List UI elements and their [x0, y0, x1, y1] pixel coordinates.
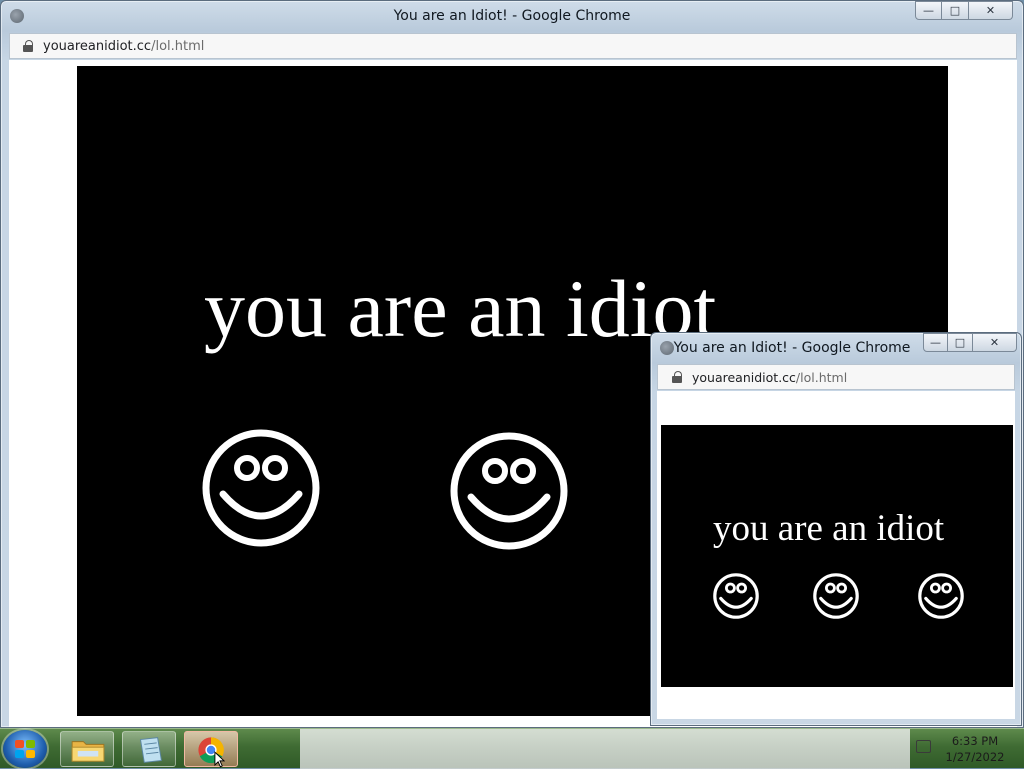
lock-icon — [672, 371, 682, 383]
lock-icon — [23, 40, 33, 52]
url-path: /lol.html — [151, 39, 205, 54]
smiley-face-icon — [813, 573, 859, 619]
start-button[interactable] — [3, 730, 47, 768]
network-icon[interactable] — [916, 740, 931, 753]
clock-time: 6:33 PM — [951, 734, 999, 748]
page-headline: you are an idiot — [204, 263, 717, 354]
address-bar[interactable]: youareanidiot.cc/lol.html — [9, 33, 1017, 59]
mouse-cursor-icon — [214, 751, 225, 768]
folder-icon — [71, 741, 105, 762]
taskbar-notepad-button[interactable] — [122, 731, 176, 767]
chrome-window-icon — [660, 341, 674, 355]
address-url[interactable]: youareanidiot.cc/lol.html — [43, 39, 204, 54]
popup-maximize-button[interactable]: □ — [948, 333, 973, 352]
smiley-face-icon — [202, 429, 320, 547]
popup-address-url[interactable]: youareanidiot.cc/lol.html — [692, 370, 847, 385]
popup-page-content: you are an idiot — [661, 425, 1013, 687]
taskbar-background — [300, 729, 910, 769]
main-window-title: You are an Idiot! - Google Chrome — [393, 8, 631, 24]
notepad-icon — [139, 737, 162, 763]
popup-title-bar[interactable]: You are an Idiot! - Google Chrome — □ ✕ — [651, 333, 1021, 364]
taskbar-explorer-button[interactable] — [60, 731, 114, 767]
smiley-face-icon — [450, 432, 568, 550]
popup-minimize-button[interactable]: — — [923, 333, 948, 352]
url-host: youareanidiot.cc — [43, 39, 152, 54]
popup-address-bar[interactable]: youareanidiot.cc/lol.html — [657, 364, 1015, 390]
minimize-button[interactable]: — — [915, 1, 942, 20]
main-title-bar[interactable]: You are an Idiot! - Google Chrome — □ ✕ — [1, 1, 1023, 32]
url-path: /lol.html — [795, 370, 848, 385]
taskbar-chrome-button[interactable] — [184, 731, 238, 768]
clock-date: 1/27/2022 — [945, 750, 1005, 764]
popup-browser-window: You are an Idiot! - Google Chrome — □ ✕ … — [650, 332, 1022, 726]
close-button[interactable]: ✕ — [969, 1, 1013, 20]
smiley-face-icon — [713, 573, 759, 619]
url-host: youareanidiot.cc — [692, 370, 796, 385]
popup-close-button[interactable]: ✕ — [973, 333, 1017, 352]
popup-page-viewport: you are an idiot — [657, 391, 1015, 719]
popup-page-headline: you are an idiot — [713, 508, 945, 549]
maximize-button[interactable]: □ — [942, 1, 969, 20]
system-clock[interactable]: 6:33 PM 1/27/2022 — [940, 733, 1010, 765]
windows-logo-icon — [15, 740, 35, 758]
smiley-face-icon — [918, 573, 964, 619]
popup-window-title: You are an Idiot! - Google Chrome — [673, 340, 911, 356]
